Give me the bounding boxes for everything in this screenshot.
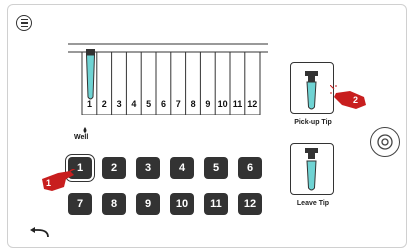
app-frame: 1 2 3 4 5 6 7 8 9 10 11 12 Well 1 2 3 4 5 6 7 8 9 10 11 12 Pic… xyxy=(7,4,407,248)
well-label: Well xyxy=(74,134,89,141)
step-1-hint: 1 xyxy=(40,166,82,198)
pickup-tip-label: Pick-up Tip xyxy=(294,119,332,126)
step-2-number: 2 xyxy=(353,95,359,105)
step-1-number: 1 xyxy=(46,178,52,188)
keypad-button-6[interactable]: 6 xyxy=(238,157,262,179)
keypad-button-8[interactable]: 8 xyxy=(102,193,126,215)
pointing-hand-icon xyxy=(328,83,366,109)
keypad-button-9[interactable]: 9 xyxy=(136,193,160,215)
droplet-icon xyxy=(83,127,87,133)
keypad-button-10[interactable]: 10 xyxy=(170,193,194,215)
back-arrow-icon[interactable] xyxy=(28,227,50,239)
keypad-button-11[interactable]: 11 xyxy=(204,193,228,215)
leave-tip-button[interactable] xyxy=(290,143,334,195)
keypad-button-12[interactable]: 12 xyxy=(238,193,262,215)
rotate-icon[interactable] xyxy=(370,127,400,157)
pickup-tip-button[interactable] xyxy=(290,62,334,114)
step-2-hint: 2 xyxy=(328,83,370,116)
keypad-button-3[interactable]: 3 xyxy=(136,157,160,179)
keypad-button-5[interactable]: 5 xyxy=(204,157,228,179)
pickup-tip-icon xyxy=(305,71,318,110)
leave-tip-label: Leave Tip xyxy=(296,200,330,207)
keypad-button-2[interactable]: 2 xyxy=(102,157,126,179)
menu-icon[interactable] xyxy=(16,15,32,31)
keypad-button-4[interactable]: 4 xyxy=(170,157,194,179)
rack-slot-label: 12 xyxy=(247,99,258,109)
leave-tip-icon xyxy=(305,148,318,191)
